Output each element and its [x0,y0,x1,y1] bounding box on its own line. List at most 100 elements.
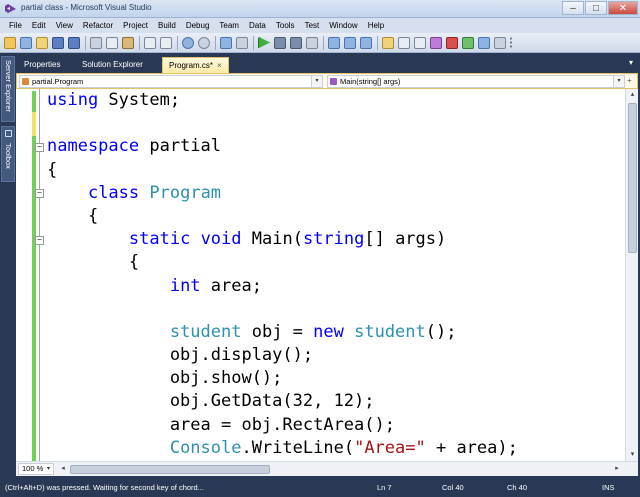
code-token: + area); [425,437,518,458]
code-line[interactable]: { [47,205,518,228]
code-line[interactable] [47,298,518,321]
code-line[interactable]: Console.WriteLine("Area=" + area); [47,437,518,460]
start-page-icon[interactable] [478,36,490,49]
object-browser-icon[interactable] [430,36,442,49]
menu-debug[interactable]: Debug [181,18,215,33]
code-line[interactable]: using System; [47,89,518,112]
code-line[interactable]: class Program [47,182,518,205]
tab-program-cs[interactable]: Program.cs* × [162,57,229,73]
tab-properties[interactable]: Properties [18,57,66,73]
scroll-up-icon[interactable]: ▴ [627,89,638,101]
menu-team[interactable]: Team [214,18,244,33]
copy-icon[interactable] [106,36,118,49]
redo-icon[interactable] [198,36,210,49]
tab-solution-explorer[interactable]: Solution Explorer [76,57,149,73]
break-all-icon[interactable] [274,36,286,49]
code-type: Program [149,182,222,203]
comment-icon[interactable] [144,36,156,49]
properties-window-icon[interactable] [414,36,426,49]
menu-file[interactable]: File [4,18,27,33]
restart-icon[interactable] [306,36,318,49]
toolbox-tab[interactable]: Toolbox [1,126,15,182]
code-keyword: new [313,321,344,342]
vertical-scrollbar[interactable]: ▴ ▾ [625,89,638,461]
save-all-icon[interactable] [68,36,80,49]
vs-window: partial class - Microsoft Visual Studio … [0,0,640,497]
maximize-button[interactable]: □ [585,1,607,15]
menu-view[interactable]: View [51,18,78,33]
collapse-toggle-icon[interactable]: − [35,189,44,198]
menu-project[interactable]: Project [118,18,153,33]
toolbar-options-icon[interactable] [510,36,516,49]
window-title: partial class - Microsoft Visual Studio [21,3,152,12]
minimize-button[interactable]: – [562,1,584,15]
code-line[interactable]: static void Main(string[] args) [47,228,518,251]
members-dropdown[interactable]: Main(string[] args) ▾ [327,75,625,88]
add-item-icon[interactable] [20,36,32,49]
menu-data[interactable]: Data [244,18,271,33]
code-text[interactable]: using System; namespace partial{ class Pr… [47,89,518,460]
class-icon [22,78,29,85]
server-explorer-label: Server Explorer [4,60,13,113]
save-icon[interactable] [52,36,64,49]
navigation-bar: partial.Program ▾ Main(string[] args) ▾ … [16,73,638,89]
menu-help[interactable]: Help [363,18,389,33]
find-in-files-icon[interactable] [382,36,394,49]
close-button[interactable]: ✕ [608,1,638,15]
menu-tools[interactable]: Tools [271,18,300,33]
menu-build[interactable]: Build [153,18,181,33]
close-tab-icon[interactable]: × [217,61,222,70]
collapse-toggle-icon[interactable]: − [35,236,44,245]
tab-program-cs-label: Program.cs* [169,61,214,70]
undo-icon[interactable] [182,36,194,49]
uncomment-icon[interactable] [160,36,172,49]
code-line[interactable]: student obj = new student(); [47,321,518,344]
code-line[interactable]: obj.display(); [47,344,518,367]
split-window-icon[interactable]: + [627,76,635,86]
code-editor[interactable]: − − − using System; namespace partial{ cl… [16,89,638,461]
method-icon [330,78,337,85]
extension-manager-icon[interactable] [462,36,474,49]
code-line[interactable] [47,112,518,135]
scroll-left-icon[interactable]: ◂ [58,463,68,475]
new-project-icon[interactable] [4,36,16,49]
vertical-scroll-thumb[interactable] [628,103,637,253]
menu-test[interactable]: Test [300,18,325,33]
solution-explorer-icon[interactable] [398,36,410,49]
start-debugging-icon[interactable] [258,36,270,49]
code-line[interactable]: namespace partial [47,135,518,158]
step-out-icon[interactable] [360,36,372,49]
code-line[interactable]: int area; [47,275,518,298]
code-line[interactable]: obj.show(); [47,367,518,390]
toolbox-icon[interactable] [446,36,458,49]
code-token: area; [200,275,262,296]
command-window-icon[interactable] [494,36,506,49]
step-into-icon[interactable] [328,36,340,49]
cut-icon[interactable] [90,36,102,49]
code-line[interactable]: area = obj.RectArea(); [47,414,518,437]
menu-window[interactable]: Window [324,18,362,33]
collapse-toggle-icon[interactable]: − [35,143,44,152]
stop-debugging-icon[interactable] [290,36,302,49]
navigate-backward-icon[interactable] [220,36,232,49]
navigate-forward-icon[interactable] [236,36,248,49]
paste-icon[interactable] [122,36,134,49]
tab-list-dropdown-icon[interactable]: ▾ [626,58,636,68]
code-token: { [47,252,140,273]
open-file-icon[interactable] [36,36,48,49]
code-line[interactable]: { [47,251,518,274]
menu-refactor[interactable]: Refactor [78,18,118,33]
horizontal-scroll-thumb[interactable] [70,465,270,474]
code-line[interactable]: obj.GetData(32, 12); [47,390,518,413]
types-dropdown[interactable]: partial.Program ▾ [19,75,323,88]
code-line[interactable]: { [47,159,518,182]
scroll-right-icon[interactable]: ▸ [612,463,622,475]
zoom-dropdown[interactable]: 100 % ▾ [18,463,54,475]
members-dropdown-value: Main(string[] args) [340,77,401,86]
scroll-down-icon[interactable]: ▾ [627,449,638,461]
server-explorer-tab[interactable]: Server Explorer [1,56,15,122]
code-keyword: string [302,229,365,250]
menu-edit[interactable]: Edit [27,18,51,33]
title-bar: partial class - Microsoft Visual Studio … [0,0,640,18]
step-over-icon[interactable] [344,36,356,49]
